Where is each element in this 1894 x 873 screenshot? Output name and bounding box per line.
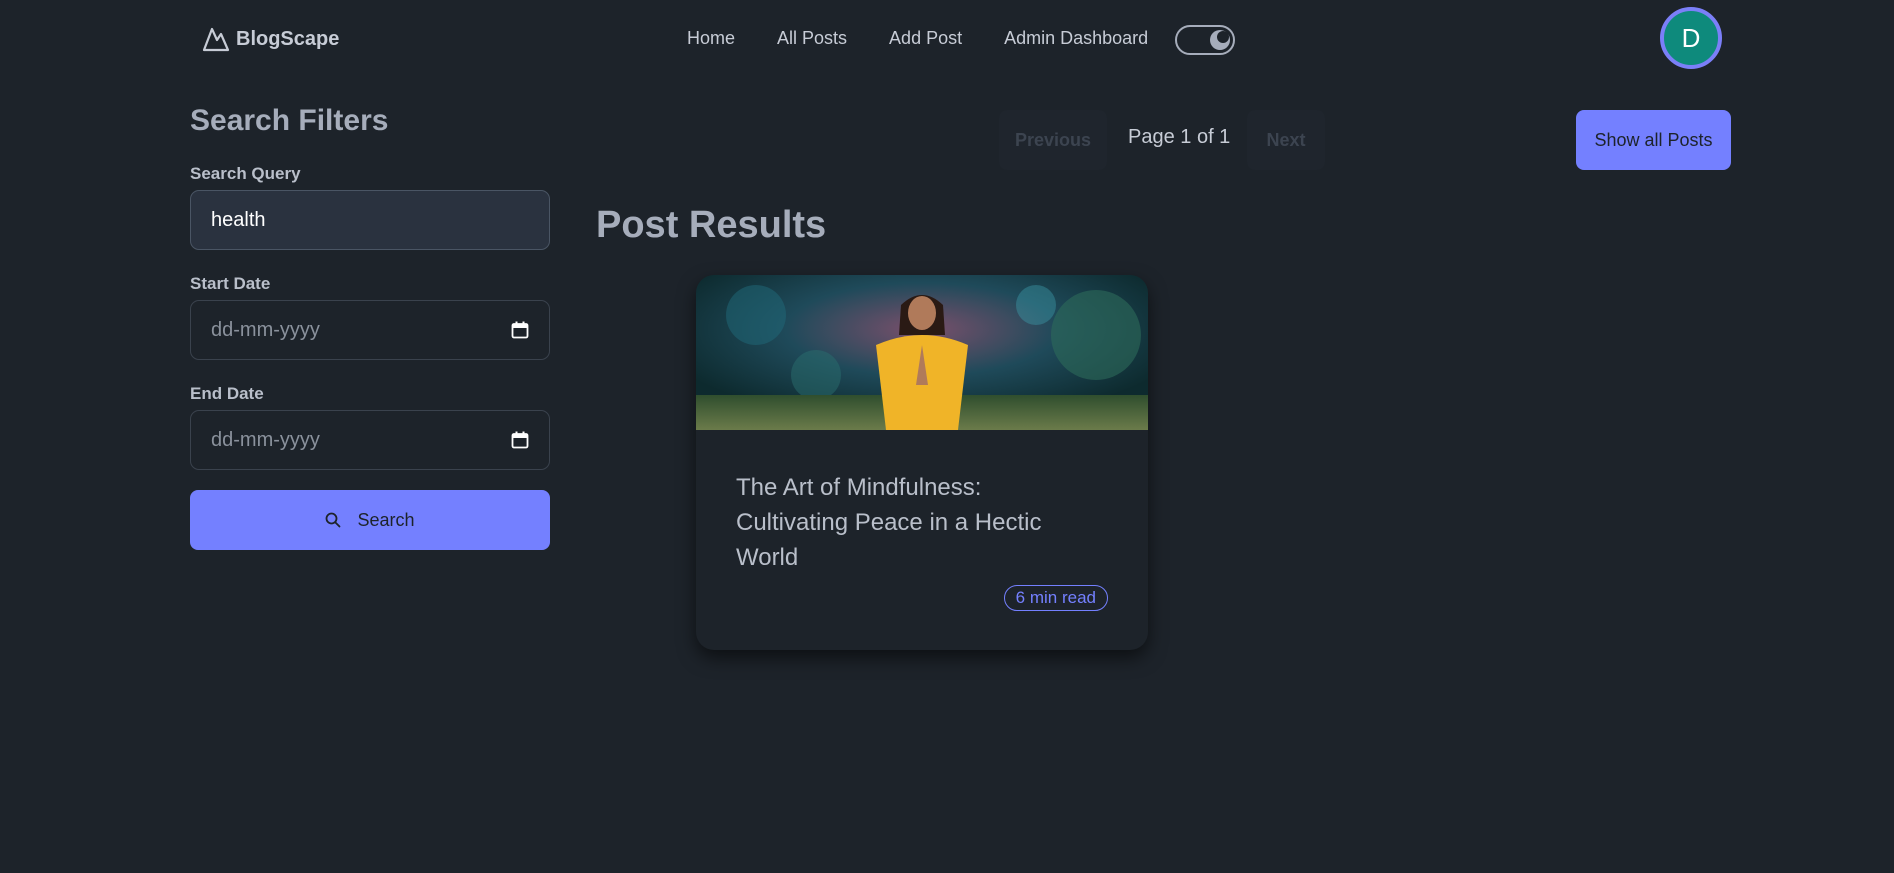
post-card[interactable]: The Art of Mindfulness: Cultivating Peac… [696, 275, 1148, 650]
nav-add-post[interactable]: Add Post [889, 28, 962, 49]
moon-icon [1210, 30, 1230, 50]
read-time-badge: 6 min read [1003, 585, 1108, 611]
start-date-placeholder: dd-mm-yyyy [211, 318, 320, 341]
next-button[interactable]: Next [1247, 110, 1325, 170]
end-date-label: End Date [190, 384, 264, 403]
show-all-posts-button[interactable]: Show all Posts [1576, 110, 1731, 170]
calendar-icon[interactable] [511, 321, 529, 339]
nav-admin-dashboard[interactable]: Admin Dashboard [1004, 28, 1148, 49]
post-title[interactable]: The Art of Mindfulness: Cultivating Peac… [736, 470, 1096, 575]
search-query-label: Search Query [190, 164, 301, 183]
brand-link[interactable]: BlogScape [202, 26, 339, 52]
navbar: BlogScape Home All Posts Add Post Admin … [0, 0, 1894, 78]
search-query-input[interactable]: health [190, 190, 550, 250]
end-date-input[interactable]: dd-mm-yyyy [190, 410, 550, 470]
end-date-placeholder: dd-mm-yyyy [211, 428, 320, 451]
calendar-icon[interactable] [511, 431, 529, 449]
avatar-initial: D [1681, 22, 1701, 53]
search-query-value: health [211, 208, 266, 231]
filters-title: Search Filters [190, 104, 389, 137]
nav-all-posts[interactable]: All Posts [777, 28, 847, 49]
search-button-label: Search [357, 509, 415, 530]
mountain-logo-icon [202, 27, 230, 52]
post-thumbnail-image [696, 275, 1148, 430]
nav-links: Home All Posts Add Post Admin Dashboard [687, 28, 1190, 49]
page-info: Page 1 of 1 [1128, 126, 1231, 148]
search-icon [326, 512, 341, 528]
brand-name: BlogScape [236, 27, 340, 50]
avatar[interactable]: D [1660, 7, 1722, 69]
post-results-title: Post Results [596, 204, 827, 246]
search-button[interactable]: Search [190, 490, 550, 550]
start-date-label: Start Date [190, 274, 271, 293]
start-date-input[interactable]: dd-mm-yyyy [190, 300, 550, 360]
previous-button[interactable]: Previous [999, 110, 1107, 170]
theme-toggle[interactable] [1175, 25, 1235, 55]
nav-home[interactable]: Home [687, 28, 735, 49]
